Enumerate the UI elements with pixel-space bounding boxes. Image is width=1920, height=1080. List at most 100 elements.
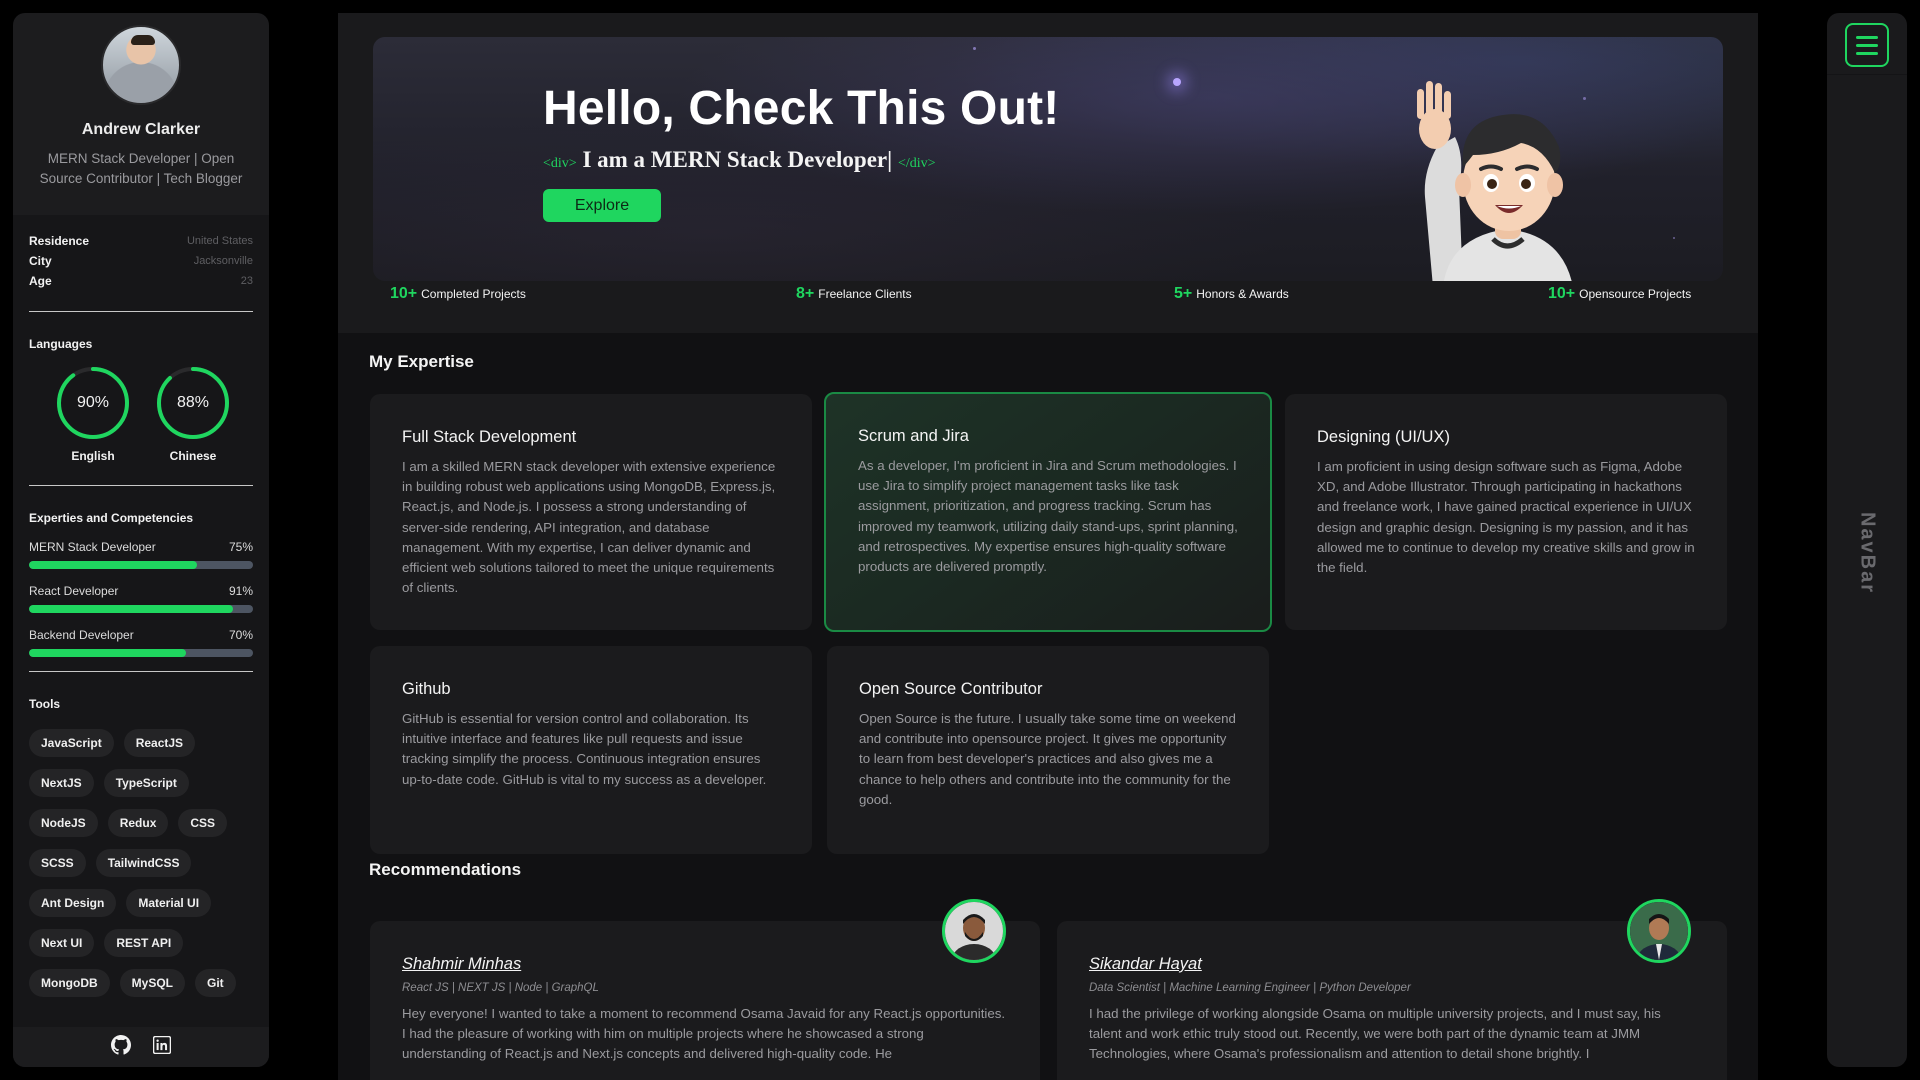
profile-name: Andrew Clarker <box>81 121 201 138</box>
info-label: City <box>29 254 52 268</box>
recommender-name[interactable]: Shahmir Minhas <box>402 955 1008 974</box>
recommender-avatar <box>942 899 1006 963</box>
card-text: As a developer, I'm proficient in Jira a… <box>858 458 1238 575</box>
skills-list: MERN Stack Developer 75% React Developer… <box>29 537 253 657</box>
github-icon[interactable] <box>111 1034 131 1060</box>
expertise-card-design[interactable]: Designing (UI/UX) I am proficient in usi… <box>1285 394 1727 630</box>
profile-avatar <box>101 25 181 105</box>
recommender-role: React JS | NEXT JS | Node | GraphQL <box>402 982 599 994</box>
sidebar-scroll-area[interactable]: Residence United States City Jacksonvill… <box>13 215 269 1027</box>
recommendation-card[interactable]: Sikandar Hayat Data Scientist | Machine … <box>1057 899 1727 1080</box>
recommendations-heading: Recommendations <box>369 860 522 879</box>
divider <box>29 671 253 672</box>
recommender-avatar <box>1627 899 1691 963</box>
skill-item: React Developer 91% <box>29 581 253 613</box>
skill-name: Backend Developer <box>29 628 134 642</box>
expertise-card-scrum-jira[interactable]: Scrum and Jira As a developer, I'm profi… <box>824 392 1272 632</box>
recommender-role: Data Scientist | Machine Learning Engine… <box>1089 982 1411 994</box>
skill-progress-bar <box>29 561 253 569</box>
tool-chip[interactable]: Material UI <box>126 889 212 917</box>
expertise-heading: My Expertise <box>369 352 474 371</box>
divider <box>29 485 253 486</box>
skill-item: Backend Developer 70% <box>29 625 253 657</box>
tool-chip[interactable]: Ant Design <box>29 889 117 917</box>
stat-label: Opensource Projects <box>1579 287 1692 301</box>
info-row-city: City Jacksonville <box>29 251 253 271</box>
tools-list: JavaScript ReactJS NextJS TypeScript NodeJS R… <box>29 729 249 997</box>
stat-honors-awards: 5+ Honors & Awards <box>1174 285 1289 303</box>
hamburger-menu-icon[interactable] <box>1845 23 1889 67</box>
tool-chip[interactable]: Redux <box>107 809 169 837</box>
expertise-card-fullstack[interactable]: Full Stack Development I am a skilled ME… <box>370 394 812 630</box>
stat-label: Freelance Clients <box>818 287 912 301</box>
tool-chip[interactable]: TailwindCSS <box>95 849 192 877</box>
language-chinese: 88% Chinese <box>155 365 231 463</box>
info-list: Residence United States City Jacksonvill… <box>29 215 253 291</box>
language-progress-ring: 88% <box>155 365 231 441</box>
tool-chip[interactable]: CSS <box>178 809 228 837</box>
language-percent: 88% <box>176 394 210 411</box>
stat-freelance-clients: 8+ Freelance Clients <box>796 285 912 303</box>
stat-number: 10+ <box>390 285 418 302</box>
tool-chip[interactable]: Next UI <box>29 929 95 957</box>
recommendation-text: I had the privilege of working alongside… <box>1089 1006 1661 1062</box>
skill-percent: 70% <box>228 628 253 642</box>
skill-progress-bar <box>29 605 253 613</box>
skill-item: MERN Stack Developer 75% <box>29 537 253 569</box>
card-title: Scrum and Jira <box>858 427 969 445</box>
card-text: GitHub is essential for version control … <box>402 711 767 787</box>
hero-banner: Hello, Check This Out! <div> I am a MERN… <box>373 37 1723 281</box>
language-percent: 90% <box>76 394 110 411</box>
banner-star-decoration <box>973 47 976 50</box>
tool-chip[interactable]: MySQL <box>119 969 185 997</box>
stat-number: 5+ <box>1174 285 1193 302</box>
skill-name: React Developer <box>29 584 119 598</box>
language-name: Chinese <box>169 449 217 463</box>
divider <box>29 311 253 312</box>
skill-percent: 75% <box>228 540 253 554</box>
card-text: I am proficient in using design software… <box>1317 459 1695 576</box>
info-label: Age <box>29 274 52 288</box>
tool-chip[interactable]: REST API <box>104 929 184 957</box>
expertise-card-open-source[interactable]: Open Source Contributor Open Source is t… <box>827 646 1269 854</box>
explore-button[interactable]: Explore <box>543 189 661 222</box>
right-navbar: NavBar <box>1827 13 1907 1067</box>
stat-label: Honors & Awards <box>1196 287 1289 301</box>
recommender-name[interactable]: Sikandar Hayat <box>1089 955 1695 974</box>
stat-number: 10+ <box>1548 285 1576 302</box>
banner-star-decoration <box>1673 237 1675 239</box>
linkedin-icon[interactable] <box>152 1035 172 1059</box>
tool-chip[interactable]: NextJS <box>29 769 94 797</box>
code-tag-open: <div> <box>543 156 577 171</box>
info-row-residence: Residence United States <box>29 231 253 251</box>
profile-header: Andrew Clarker MERN Stack Developer | Op… <box>13 13 269 215</box>
navbar-label: NavBar <box>1856 511 1879 595</box>
skill-progress-fill <box>29 561 197 569</box>
tool-chip[interactable]: Git <box>195 969 236 997</box>
stat-number: 8+ <box>796 285 815 302</box>
info-value: 23 <box>240 275 253 287</box>
tool-chip[interactable]: SCSS <box>29 849 86 877</box>
main-content[interactable]: Hello, Check This Out! <div> I am a MERN… <box>338 13 1758 1080</box>
card-text: Open Source is the future. I usually tak… <box>859 711 1236 807</box>
skill-progress-fill <box>29 605 233 613</box>
profile-sidebar: Andrew Clarker MERN Stack Developer | Op… <box>13 13 269 1067</box>
page: Andrew Clarker MERN Stack Developer | Op… <box>0 0 1920 1080</box>
info-value: United States <box>186 235 253 247</box>
expertise-card-github[interactable]: Github GitHub is essential for version c… <box>370 646 812 854</box>
skill-percent: 91% <box>228 584 253 598</box>
hero-section: Hello, Check This Out! <div> I am a MERN… <box>338 13 1758 333</box>
recommendation-card[interactable]: Shahmir Minhas React JS | NEXT JS | Node… <box>370 899 1040 1080</box>
tool-chip[interactable]: NodeJS <box>29 809 98 837</box>
tool-chip[interactable]: ReactJS <box>123 729 196 757</box>
tool-chip[interactable]: JavaScript <box>29 729 114 757</box>
card-text: I am a skilled MERN stack developer with… <box>402 459 776 596</box>
social-links <box>13 1027 269 1067</box>
language-english: 90% English <box>55 365 131 463</box>
tool-chip[interactable]: TypeScript <box>103 769 189 797</box>
info-label: Residence <box>29 234 90 248</box>
skills-title: Experties and Competencies <box>29 511 194 525</box>
tool-chip[interactable]: MongoDB <box>29 969 110 997</box>
card-title: Designing (UI/UX) <box>1317 428 1450 446</box>
profile-role: MERN Stack Developer | Open Source Contr… <box>39 151 243 186</box>
